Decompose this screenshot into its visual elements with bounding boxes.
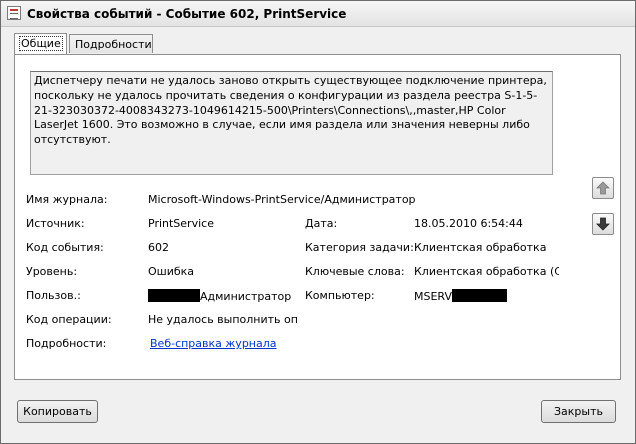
window-title: Свойства событий - Событие 602, PrintSer…: [27, 7, 347, 21]
keywords-value[interactable]: Клиентская обработка (CS: [414, 265, 559, 278]
tab-details-label: Подробности: [75, 38, 152, 51]
level-value[interactable]: Ошибка: [148, 265, 194, 278]
computer-value-text: MSERV: [414, 290, 452, 303]
task-category-label: Категория задачи:: [305, 241, 414, 254]
online-help-link[interactable]: Веб-справка журнала: [150, 337, 277, 350]
level-label: Уровень:: [26, 265, 78, 278]
user-value[interactable]: Администратор: [148, 289, 291, 303]
keywords-label: Ключевые слова:: [305, 265, 405, 278]
arrow-down-icon: [596, 217, 610, 231]
tab-general[interactable]: Общие: [14, 33, 67, 54]
event-id-label: Код события:: [26, 241, 104, 254]
general-tab-panel: Диспетчеру печати не удалось заново откр…: [14, 54, 621, 380]
copy-button[interactable]: Копировать: [17, 400, 98, 423]
arrow-up-icon: [596, 181, 610, 195]
more-info-label: Подробности:: [26, 337, 107, 350]
tab-details[interactable]: Подробности: [69, 34, 153, 53]
previous-event-button[interactable]: [592, 177, 614, 199]
computer-value[interactable]: MSERV: [414, 289, 507, 303]
event-description[interactable]: Диспетчеру печати не удалось заново откр…: [30, 71, 553, 175]
redacted-block: [452, 289, 507, 302]
source-label: Источник:: [26, 217, 85, 230]
computer-label: Компьютер:: [305, 289, 375, 302]
user-value-text: Администратор: [200, 290, 292, 303]
date-value[interactable]: 18.05.2010 6:54:44: [414, 217, 523, 230]
event-id-value[interactable]: 602: [148, 241, 169, 254]
redacted-block: [148, 289, 200, 302]
title-bar[interactable]: Свойства событий - Событие 602, PrintSer…: [1, 1, 635, 27]
close-button[interactable]: Закрыть: [541, 400, 616, 423]
task-category-value[interactable]: Клиентская обработка: [414, 241, 546, 254]
date-label: Дата:: [305, 217, 338, 230]
tab-general-label: Общие: [19, 36, 63, 51]
user-label: Пользов.:: [26, 289, 81, 302]
log-name-value[interactable]: Microsoft-Windows-PrintService/Администр…: [148, 193, 416, 206]
opcode-value[interactable]: Не удалось выполнить опе: [148, 313, 298, 326]
opcode-label: Код операции:: [26, 313, 112, 326]
next-event-button[interactable]: [592, 213, 614, 235]
source-value[interactable]: PrintService: [148, 217, 214, 230]
log-name-label: Имя журнала:: [26, 193, 108, 206]
event-properties-window: Свойства событий - Событие 602, PrintSer…: [0, 0, 636, 444]
event-viewer-icon: [7, 6, 21, 20]
